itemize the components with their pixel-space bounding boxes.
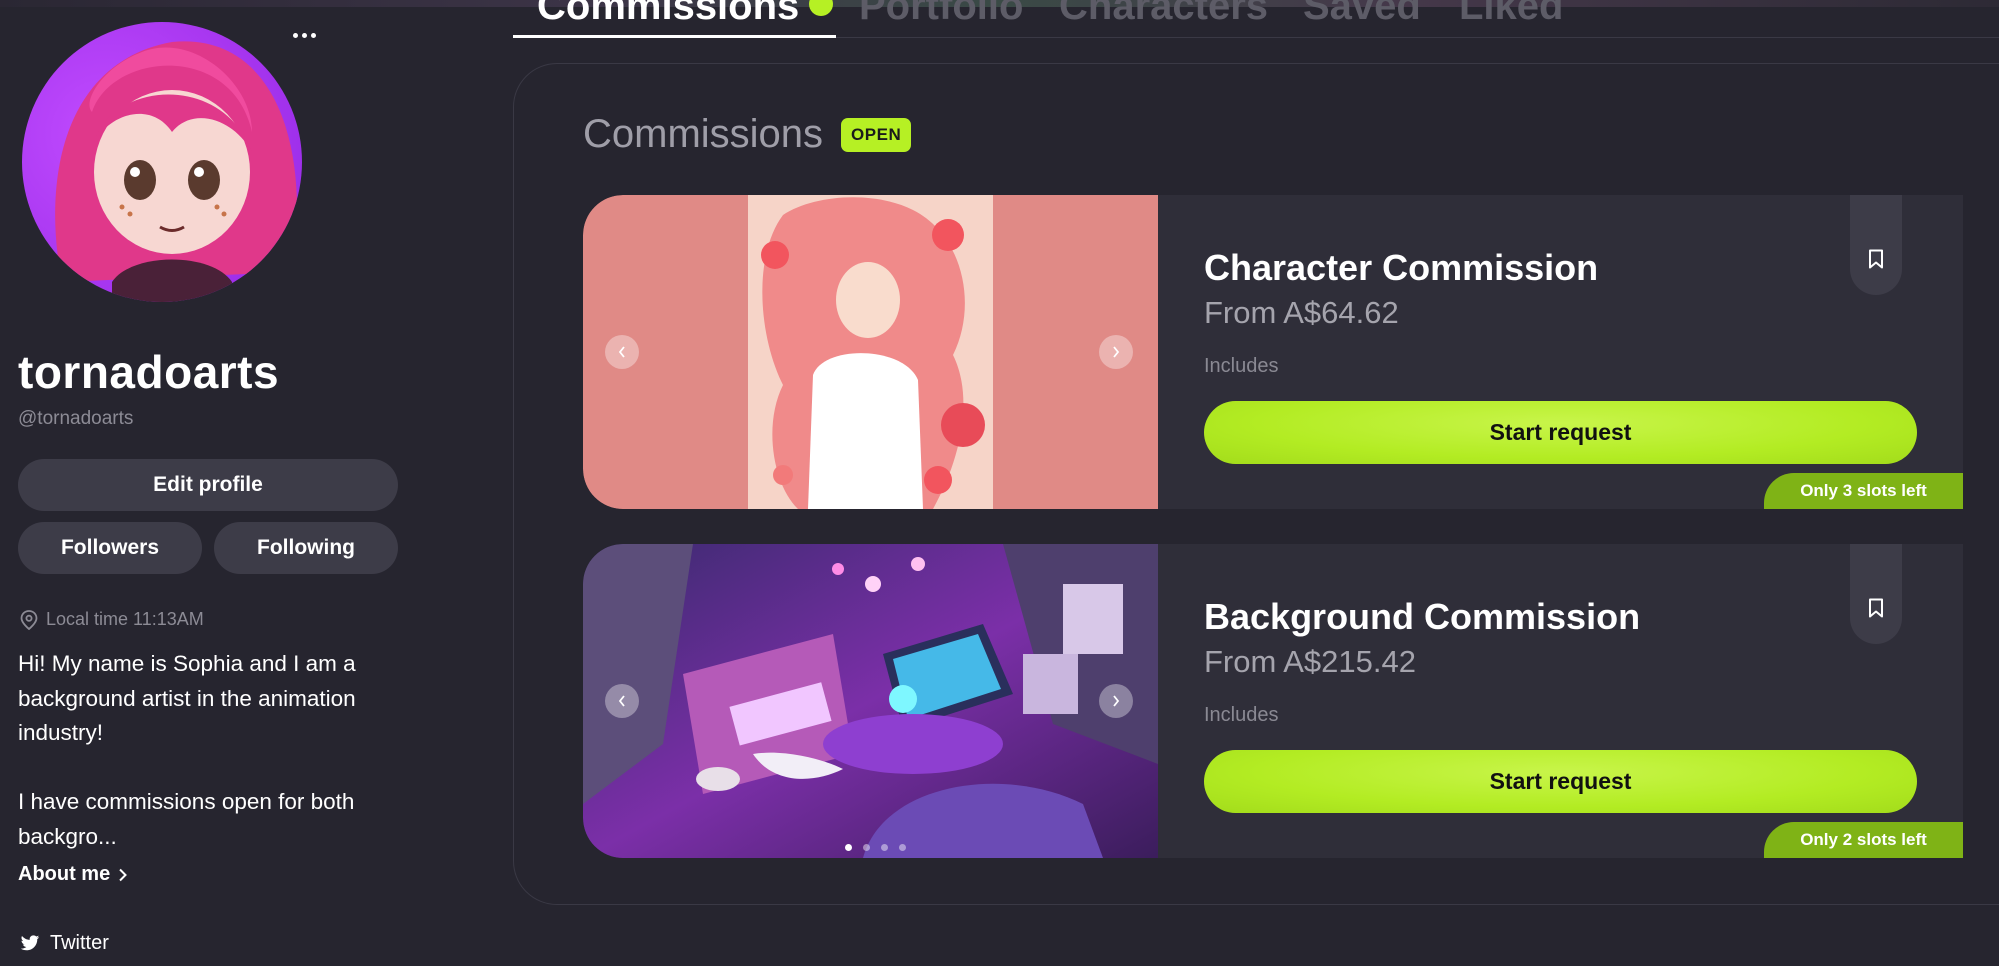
twitter-icon	[20, 935, 40, 951]
carousel-dot[interactable]	[845, 844, 852, 851]
profile-handle: @tornadoarts	[18, 408, 134, 429]
commission-includes: Includes	[1204, 704, 1279, 726]
chevron-right-icon	[1113, 346, 1120, 358]
status-badge: OPEN	[841, 117, 912, 152]
start-request-button[interactable]: Start request	[1204, 750, 1917, 813]
tab-commissions[interactable]: Commissions	[537, 0, 834, 29]
chevron-right-icon	[119, 868, 128, 881]
carousel-dot[interactable]	[881, 844, 888, 851]
carousel-next-button[interactable]	[1099, 684, 1133, 718]
profile-bio: Hi! My name is Sophia and I am a backgro…	[18, 647, 398, 854]
slots-left-badge: Only 2 slots left	[1764, 822, 1963, 858]
twitter-link[interactable]: Twitter	[20, 932, 109, 955]
profile-username: tornadoarts	[18, 346, 280, 398]
local-time-text: Local time 11:13AM	[46, 609, 204, 629]
tab-saved[interactable]: Saved	[1303, 0, 1421, 29]
start-request-button[interactable]: Start request	[1204, 401, 1917, 464]
commission-includes: Includes	[1204, 355, 1279, 377]
about-me-link[interactable]: About me	[18, 863, 128, 886]
carousel-next-button[interactable]	[1099, 335, 1133, 369]
tab-portfolio[interactable]: Portfolio	[859, 0, 1023, 29]
bookmark-icon	[1869, 249, 1883, 269]
tab-characters[interactable]: Characters	[1059, 0, 1268, 29]
edit-profile-button[interactable]: Edit profile	[18, 459, 398, 511]
commission-card[interactable]: Background Commission From A$215.42 Incl…	[583, 544, 1963, 858]
commission-price: From A$64.62	[1204, 295, 1399, 330]
profile-tabs: Commissions Portfolio Characters Saved L…	[513, 0, 1999, 38]
twitter-label: Twitter	[50, 932, 109, 954]
avatar[interactable]	[22, 22, 302, 302]
commission-card[interactable]: Character Commission From A$64.62 Includ…	[583, 195, 1963, 509]
carousel-pagination	[845, 844, 906, 851]
active-tab-underline	[513, 35, 836, 38]
carousel-dot[interactable]	[899, 844, 906, 851]
following-button[interactable]: Following	[214, 522, 398, 574]
chevron-right-icon	[1113, 695, 1120, 707]
open-indicator-dot	[809, 0, 834, 17]
bookmark-button[interactable]	[1850, 195, 1902, 295]
chevron-left-icon	[618, 695, 625, 707]
carousel-dot[interactable]	[863, 844, 870, 851]
commissions-title: Commissions	[583, 112, 824, 156]
bio-paragraph: Hi! My name is Sophia and I am a backgro…	[18, 651, 356, 745]
carousel-prev-button[interactable]	[605, 335, 639, 369]
followers-button[interactable]: Followers	[18, 522, 202, 574]
commission-title: Background Commission	[1204, 596, 1641, 637]
carousel-prev-button[interactable]	[605, 684, 639, 718]
bookmark-icon	[1869, 598, 1883, 618]
bookmark-button[interactable]	[1850, 544, 1902, 644]
commission-price: From A$215.42	[1204, 644, 1416, 679]
chevron-left-icon	[618, 346, 625, 358]
about-me-label: About me	[18, 863, 111, 885]
more-options-icon[interactable]	[286, 20, 322, 50]
local-time: Local time 11:13AM	[20, 609, 204, 630]
commission-title: Character Commission	[1204, 247, 1599, 288]
tab-commissions-label: Commissions	[537, 0, 800, 28]
commission-image-carousel[interactable]	[583, 544, 1158, 858]
tab-liked[interactable]: Liked	[1459, 0, 1563, 29]
slots-left-badge: Only 3 slots left	[1764, 473, 1963, 509]
commission-image-carousel[interactable]	[583, 195, 1158, 509]
commissions-heading: Commissions OPEN	[583, 112, 912, 157]
bio-paragraph: I have commissions open for both backgro…	[18, 789, 355, 849]
location-pin-icon	[20, 609, 38, 630]
